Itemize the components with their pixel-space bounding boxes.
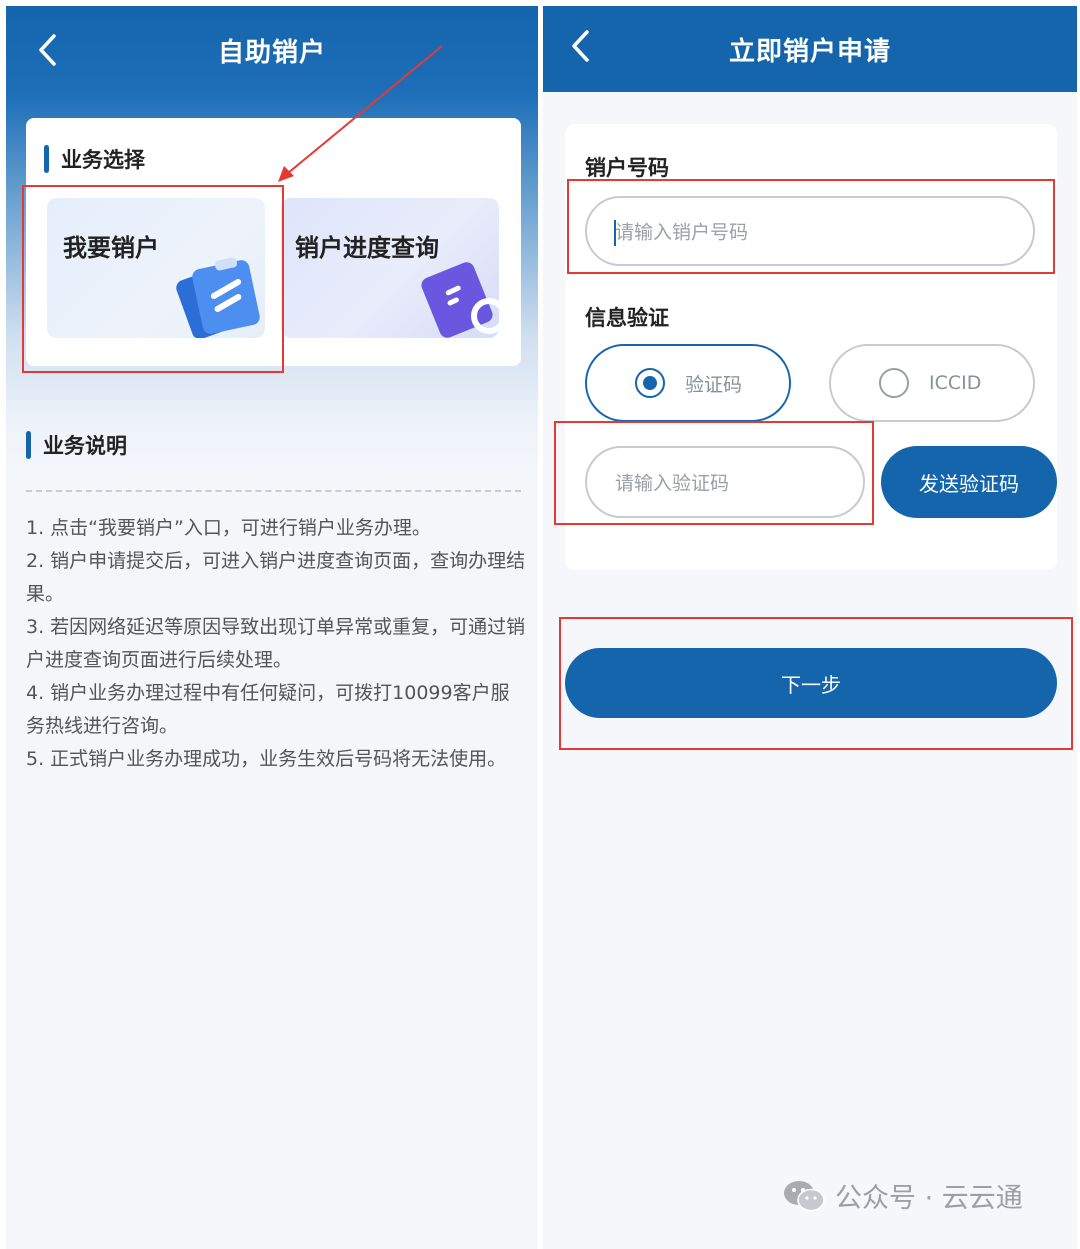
radio-selected-icon	[635, 368, 665, 398]
desc-item: 1. 点击“我要销户”入口，可进行销户业务办理。	[26, 517, 431, 539]
business-desc-list: 1. 点击“我要销户”入口，可进行销户业务办理。 2. 销户申请提交后，可进入销…	[26, 512, 526, 776]
annotation-box-account-input	[567, 179, 1055, 274]
annotation-arrow-icon	[278, 45, 443, 182]
annotation-box-code-input	[554, 421, 874, 525]
back-arrow-icon[interactable]	[567, 28, 597, 64]
page-title: 立即销户申请	[728, 36, 891, 67]
business-select-heading: 业务选择	[44, 144, 145, 174]
watermark: 公众号 · 云云通	[783, 1176, 1023, 1215]
option-label: 验证码	[685, 373, 743, 396]
verify-option-iccid[interactable]: ICCID	[829, 344, 1035, 422]
radio-unselected-icon	[879, 368, 909, 398]
desc-item: 5. 正式销户业务办理成功，业务生效后号码将无法使用。	[26, 748, 507, 770]
divider	[26, 490, 521, 492]
desc-item: 2. 销户申请提交后，可进入销户进度查询页面，查询办理结果。	[26, 550, 526, 605]
desc-item: 3. 若因网络延迟等原因导致出现订单异常或重复，可通过销户进度查询页面进行后续处…	[26, 616, 526, 671]
heading-accent-bar	[26, 431, 31, 459]
send-code-label: 发送验证码	[919, 471, 1019, 496]
back-arrow-icon[interactable]	[34, 32, 64, 68]
business-select-title: 业务选择	[61, 148, 145, 172]
option-label: ICCID	[929, 372, 982, 394]
progress-query-tile[interactable]: 销户进度查询	[281, 198, 499, 338]
heading-accent-bar	[44, 145, 49, 173]
desc-item: 4. 销户业务办理过程中有任何疑问，可拨打10099客户服务热线进行咨询。	[26, 682, 510, 737]
business-desc-heading: 业务说明	[26, 430, 127, 460]
annotation-box-next-button	[559, 617, 1073, 750]
document-search-icon	[421, 262, 499, 338]
verify-label: 信息验证	[585, 306, 669, 330]
wechat-icon	[784, 1180, 825, 1211]
verify-option-sms-code[interactable]: 验证码	[585, 344, 791, 422]
watermark-text: 公众号 · 云云通	[835, 1183, 1023, 1214]
right-nav-bar: 立即销户申请	[543, 6, 1077, 92]
business-desc-title: 业务说明	[43, 434, 127, 458]
account-number-label: 销户号码	[585, 156, 669, 180]
annotation-box-cancel-tile	[22, 185, 284, 373]
send-code-button[interactable]: 发送验证码	[881, 446, 1057, 518]
